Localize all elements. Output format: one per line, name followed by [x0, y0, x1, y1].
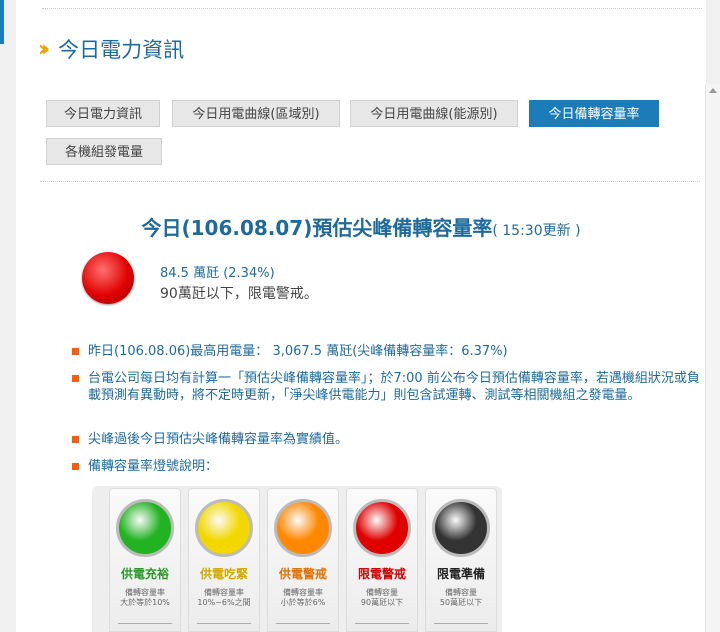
bullet-square-icon [72, 348, 79, 355]
legend-name: 供電警戒 [278, 567, 327, 581]
legend-divider [355, 623, 409, 624]
scroll-up-arrow-icon[interactable] [709, 88, 717, 93]
light-legend: 供電充裕 備轉容量率 大於等於10% 供電吃緊 備轉容量率 10%~6%之間 供… [92, 486, 502, 632]
legend-card-tight: 供電吃緊 備轉容量率 10%~6%之間 [188, 488, 260, 632]
content-panel: ›› 今日電力資訊 今日電力資訊 今日用電曲線(區域別) 今日用電曲線(能源別)… [16, 0, 706, 632]
vertical-scrollbar[interactable] [705, 84, 720, 632]
red-light-icon [353, 499, 411, 557]
yellow-light-icon [195, 499, 253, 557]
title-update-time: ( 15:30更新 ) [492, 223, 581, 239]
bullet-square-icon [72, 463, 79, 470]
legend-divider [197, 623, 251, 624]
green-light-icon [116, 499, 174, 557]
tab-divider [40, 181, 700, 182]
legend-name: 限電準備 [436, 567, 485, 581]
list-item: 台電公司每日均有計算一「預估尖峰備轉容量率」；於7:00 前公布今日預估備轉容量… [72, 370, 708, 404]
reserve-value: 84.5 萬瓩 (2.34%) [160, 266, 275, 281]
list-item: 尖峰過後今日預估尖峰備轉容量率為實績值。 [72, 431, 708, 448]
section-heading: ›› 今日電力資訊 [38, 34, 184, 64]
legend-threshold: 50萬瓩以下 [439, 598, 483, 607]
legend-name: 限電警戒 [357, 567, 406, 581]
tab-curve-energy[interactable]: 今日用電曲線(能源別) [350, 100, 518, 127]
bullet-square-icon [72, 436, 79, 443]
legend-threshold: 小於等於6% [280, 598, 326, 607]
legend-threshold: 10%~6%之間 [197, 598, 251, 607]
list-item: 備轉容量率燈號說明： [72, 458, 708, 475]
legend-name: 供電充裕 [120, 567, 169, 581]
section-title: 今日電力資訊 [58, 38, 185, 62]
page-title: 今日(106.08.07)預估尖峰備轉容量率( 15:30更新 ) [16, 212, 706, 241]
list-item: 昨日(106.08.06)最高用電量： 3,067.5 萬瓩(尖峰備轉容量率：6… [72, 343, 708, 360]
legend-divider [276, 623, 330, 624]
legend-threshold: 90萬瓩以下 [360, 598, 404, 607]
tab-unit-generation[interactable]: 各機組發電量 [46, 138, 162, 165]
title-main: 今日(106.08.07)預估尖峰備轉容量率 [141, 216, 493, 240]
tab-reserve-margin[interactable]: 今日備轉容量率 [529, 100, 659, 127]
bullet-square-icon [72, 375, 79, 382]
top-divider [42, 8, 702, 9]
legend-card-ample: 供電充裕 備轉容量率 大於等於10% [109, 488, 181, 632]
legend-threshold: 大於等於10% [120, 598, 170, 607]
double-chevron-icon: ›› [38, 36, 50, 62]
black-light-icon [432, 499, 490, 557]
orange-light-icon [274, 499, 332, 557]
tab-power-info[interactable]: 今日電力資訊 [46, 100, 160, 127]
legend-divider [118, 623, 172, 624]
legend-name: 供電吃緊 [199, 567, 248, 581]
reserve-status-text: 90萬瓩以下，限電警戒。 [160, 286, 318, 302]
legend-card-rationing-prep: 限電準備 備轉容量 50萬瓩以下 [425, 488, 497, 632]
red-status-light-icon [82, 252, 134, 304]
left-accent-bar [0, 0, 4, 44]
legend-card-alert: 供電警戒 備轉容量率 小於等於6% [267, 488, 339, 632]
legend-divider [434, 623, 488, 624]
legend-card-rationing-alert: 限電警戒 備轉容量 90萬瓩以下 [346, 488, 418, 632]
tab-curve-region[interactable]: 今日用電曲線(區域別) [172, 100, 340, 127]
